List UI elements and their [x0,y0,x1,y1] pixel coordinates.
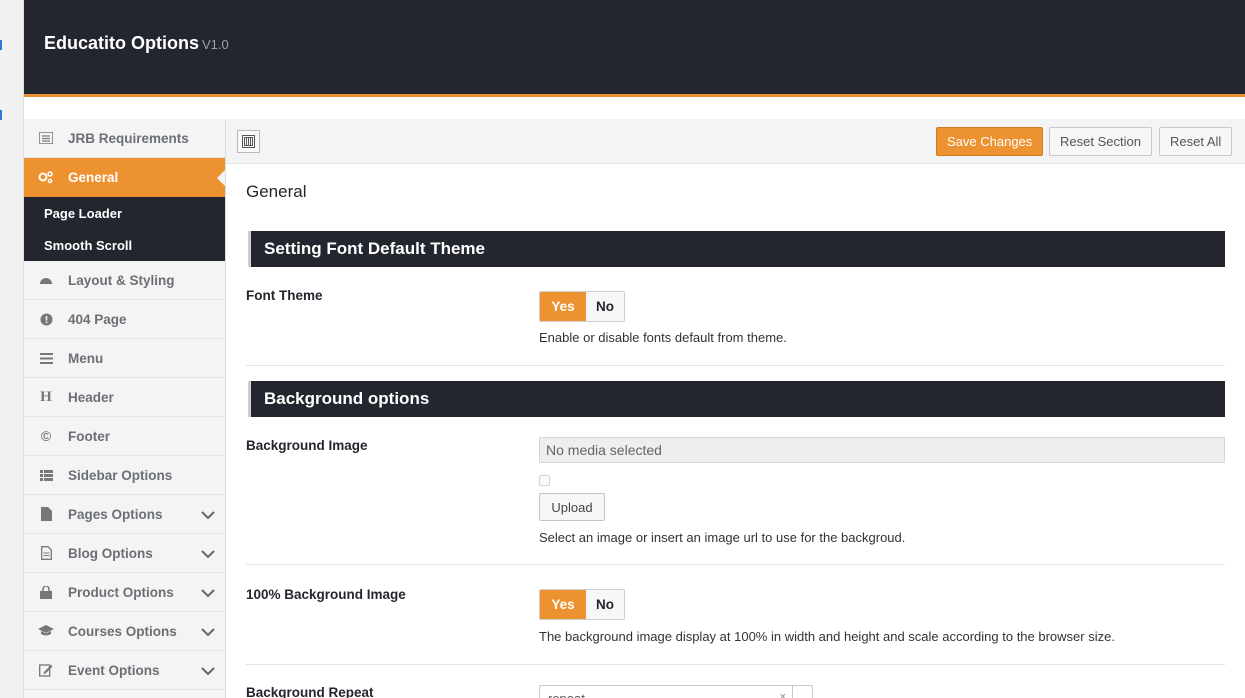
sidebar-item-label: Menu [68,351,104,366]
sidebar-item-label: Footer [68,429,110,444]
options-header: Educatito Options V1.0 [24,0,1245,94]
background-image-label: Background Image [246,438,368,453]
font-theme-description: Enable or disable fonts default from the… [539,330,787,345]
sidebar-item-404-page[interactable]: 404 Page [24,300,225,339]
file-text-icon [38,546,54,560]
background-image-url-input[interactable]: No media selected [539,437,1225,463]
sidebar-item-jrb-requirements[interactable]: JRB Requirements [24,119,225,158]
expand-icon [242,135,255,148]
sidebar-item-label: Blog Options [68,546,153,561]
subnav-item-smooth-scroll[interactable]: Smooth Scroll [24,229,225,261]
copyright-icon: © [40,428,52,444]
chevron-down-icon[interactable] [201,665,215,679]
edge-marker [0,40,2,50]
full-background-description: The background image display at 100% in … [539,629,1115,644]
app-version: V1.0 [202,37,229,52]
shopping-bag-icon [38,585,54,599]
field-divider [246,664,1225,665]
subnav-item-page-loader[interactable]: Page Loader [24,197,225,229]
sidebar-item-menu[interactable]: Menu [24,339,225,378]
toggle-no-option[interactable]: No [586,292,624,321]
sidebar-item-label: Product Options [68,585,174,600]
toggle-no-option[interactable]: No [586,590,624,619]
upload-button[interactable]: Upload [539,493,605,521]
expand-options-button[interactable] [237,130,260,153]
toggle-yes-option[interactable]: Yes [540,292,586,321]
dropdown-arrow-icon[interactable] [792,686,812,698]
palette-icon [38,273,54,287]
sidebar-item-label: Layout & Styling [68,273,175,288]
active-indicator [217,170,225,186]
hamburger-icon [38,351,54,365]
sidebar-item-label: JRB Requirements [68,131,189,146]
reset-all-button[interactable]: Reset All [1159,127,1233,156]
reset-section-button[interactable]: Reset Section [1049,127,1152,156]
exclamation-circle-icon [38,312,54,326]
sidebar-item-courses-options[interactable]: Courses Options [24,612,225,651]
header-gap [24,97,1245,119]
general-subnav: Page Loader Smooth Scroll [24,197,225,261]
font-theme-toggle[interactable]: Yes No [539,291,625,322]
gears-icon [38,170,54,184]
clear-icon[interactable]: × [780,691,786,698]
toggle-yes-option[interactable]: Yes [540,590,586,619]
sidebar-item-sidebar-options[interactable]: Sidebar Options [24,456,225,495]
background-image-description: Select an image or insert an image url t… [539,530,906,545]
sidebar-item-footer[interactable]: © Footer [24,417,225,456]
edit-icon [38,663,54,677]
options-content: General Setting Font Default Theme Font … [226,164,1245,698]
window-edge [0,0,24,698]
field-divider [246,564,1225,565]
edge-marker [0,110,2,120]
sidebar-item-label: Pages Options [68,507,163,522]
media-checkbox[interactable] [539,475,550,486]
sidebar-item-pages-options[interactable]: Pages Options [24,495,225,534]
app-title: Educatito Options [44,33,199,53]
header-h-icon: H [40,388,52,405]
sidebar-item-blog-options[interactable]: Blog Options [24,534,225,573]
list-icon [38,131,54,145]
font-theme-label: Font Theme [246,288,323,303]
sidebar-item-label: Courses Options [68,624,177,639]
sidebar-item-label: Event Options [68,663,160,678]
options-toolbar: Save Changes Reset Section Reset All [226,119,1245,164]
sidebar-item-layout-styling[interactable]: Layout & Styling [24,261,225,300]
file-icon [38,507,54,521]
sidebar-item-label: Header [68,390,114,405]
full-background-toggle[interactable]: Yes No [539,589,625,620]
select-value: repeat [548,690,585,698]
options-sidebar: JRB Requirements General Page Loader Smo… [24,119,226,698]
page-title: General [246,182,307,201]
list-columns-icon [38,468,54,482]
background-repeat-label: Background Repeat [246,685,374,698]
chevron-down-icon[interactable] [201,548,215,562]
sidebar-item-label: 404 Page [68,312,127,327]
sidebar-item-general[interactable]: General [24,158,225,197]
full-background-label: 100% Background Image [246,587,406,602]
field-divider [246,365,1225,366]
sidebar-item-product-options[interactable]: Product Options [24,573,225,612]
graduation-cap-icon [38,624,54,638]
section-heading: Setting Font Default Theme [248,231,1225,267]
chevron-down-icon[interactable] [201,587,215,601]
background-repeat-select[interactable]: repeat × [539,685,813,698]
sidebar-item-event-options[interactable]: Event Options [24,651,225,690]
chevron-down-icon[interactable] [201,509,215,523]
save-changes-button[interactable]: Save Changes [936,127,1044,156]
sidebar-item-label: Sidebar Options [68,468,173,483]
section-heading: Background options [248,381,1225,417]
sidebar-item-header[interactable]: H Header [24,378,225,417]
sidebar-item-label: General [68,170,119,185]
chevron-down-icon[interactable] [201,626,215,640]
